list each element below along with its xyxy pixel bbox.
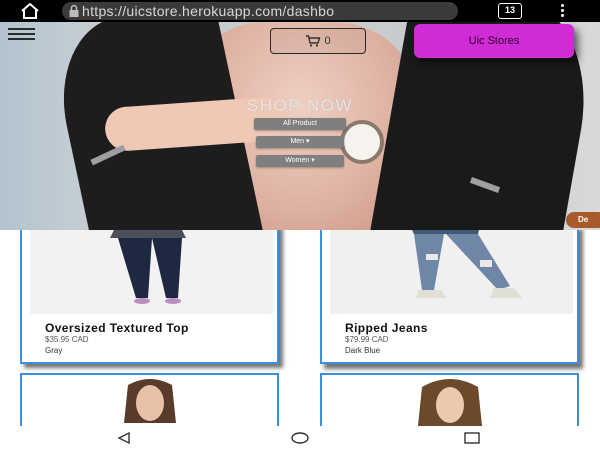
system-nav-bar: [0, 426, 600, 450]
browser-toolbar: https://uicstore.herokuapp.com/dashbo 13: [0, 0, 600, 22]
lock-icon: [68, 4, 80, 18]
product-grid: Oversized Textured Top $35.95 CAD Gray R…: [0, 230, 600, 426]
hamburger-menu-icon[interactable]: [8, 28, 35, 42]
product-color: Dark Blue: [345, 346, 381, 355]
hero-heading: SHOP NOW: [246, 96, 354, 115]
product-color: Gray: [45, 346, 63, 355]
back-triangle-icon[interactable]: [116, 432, 132, 444]
chat-badge[interactable]: De: [566, 212, 600, 228]
address-bar[interactable]: https://uicstore.herokuapp.com/dashbo: [62, 2, 458, 20]
tab-switcher-button[interactable]: 13: [498, 3, 522, 19]
product-name: Oversized Textured Top: [45, 321, 189, 335]
uic-stores-button[interactable]: Uic Stores: [414, 24, 574, 58]
cart-button[interactable]: 0: [270, 28, 366, 54]
product-card[interactable]: [320, 373, 579, 426]
product-image: [330, 230, 573, 314]
recents-square-icon[interactable]: [464, 432, 480, 444]
cart-icon: [306, 35, 321, 47]
product-image: [30, 230, 273, 314]
all-product-button[interactable]: All Product: [254, 118, 346, 130]
home-icon[interactable]: [20, 2, 40, 19]
men-dropdown-button[interactable]: Men ▾: [256, 136, 344, 148]
hero-banner: 0 Uic Stores SHOP NOW All Product Men ▾ …: [0, 22, 600, 230]
url-text: https://uicstore.herokuapp.com/dashbo: [82, 3, 335, 19]
more-vertical-icon[interactable]: [558, 3, 566, 19]
cart-count: 0: [324, 35, 331, 47]
product-image: [30, 375, 273, 426]
home-circle-icon[interactable]: [291, 432, 309, 444]
product-name: Ripped Jeans: [345, 321, 428, 335]
product-card[interactable]: [20, 373, 279, 426]
product-price: $79.99 CAD: [345, 335, 389, 344]
product-card[interactable]: Ripped Jeans $79.99 CAD Dark Blue: [320, 230, 579, 364]
product-price: $35.95 CAD: [45, 335, 89, 344]
product-card[interactable]: Oversized Textured Top $35.95 CAD Gray: [20, 230, 279, 364]
product-image: [330, 375, 573, 426]
women-dropdown-button[interactable]: Women ▾: [256, 155, 344, 167]
